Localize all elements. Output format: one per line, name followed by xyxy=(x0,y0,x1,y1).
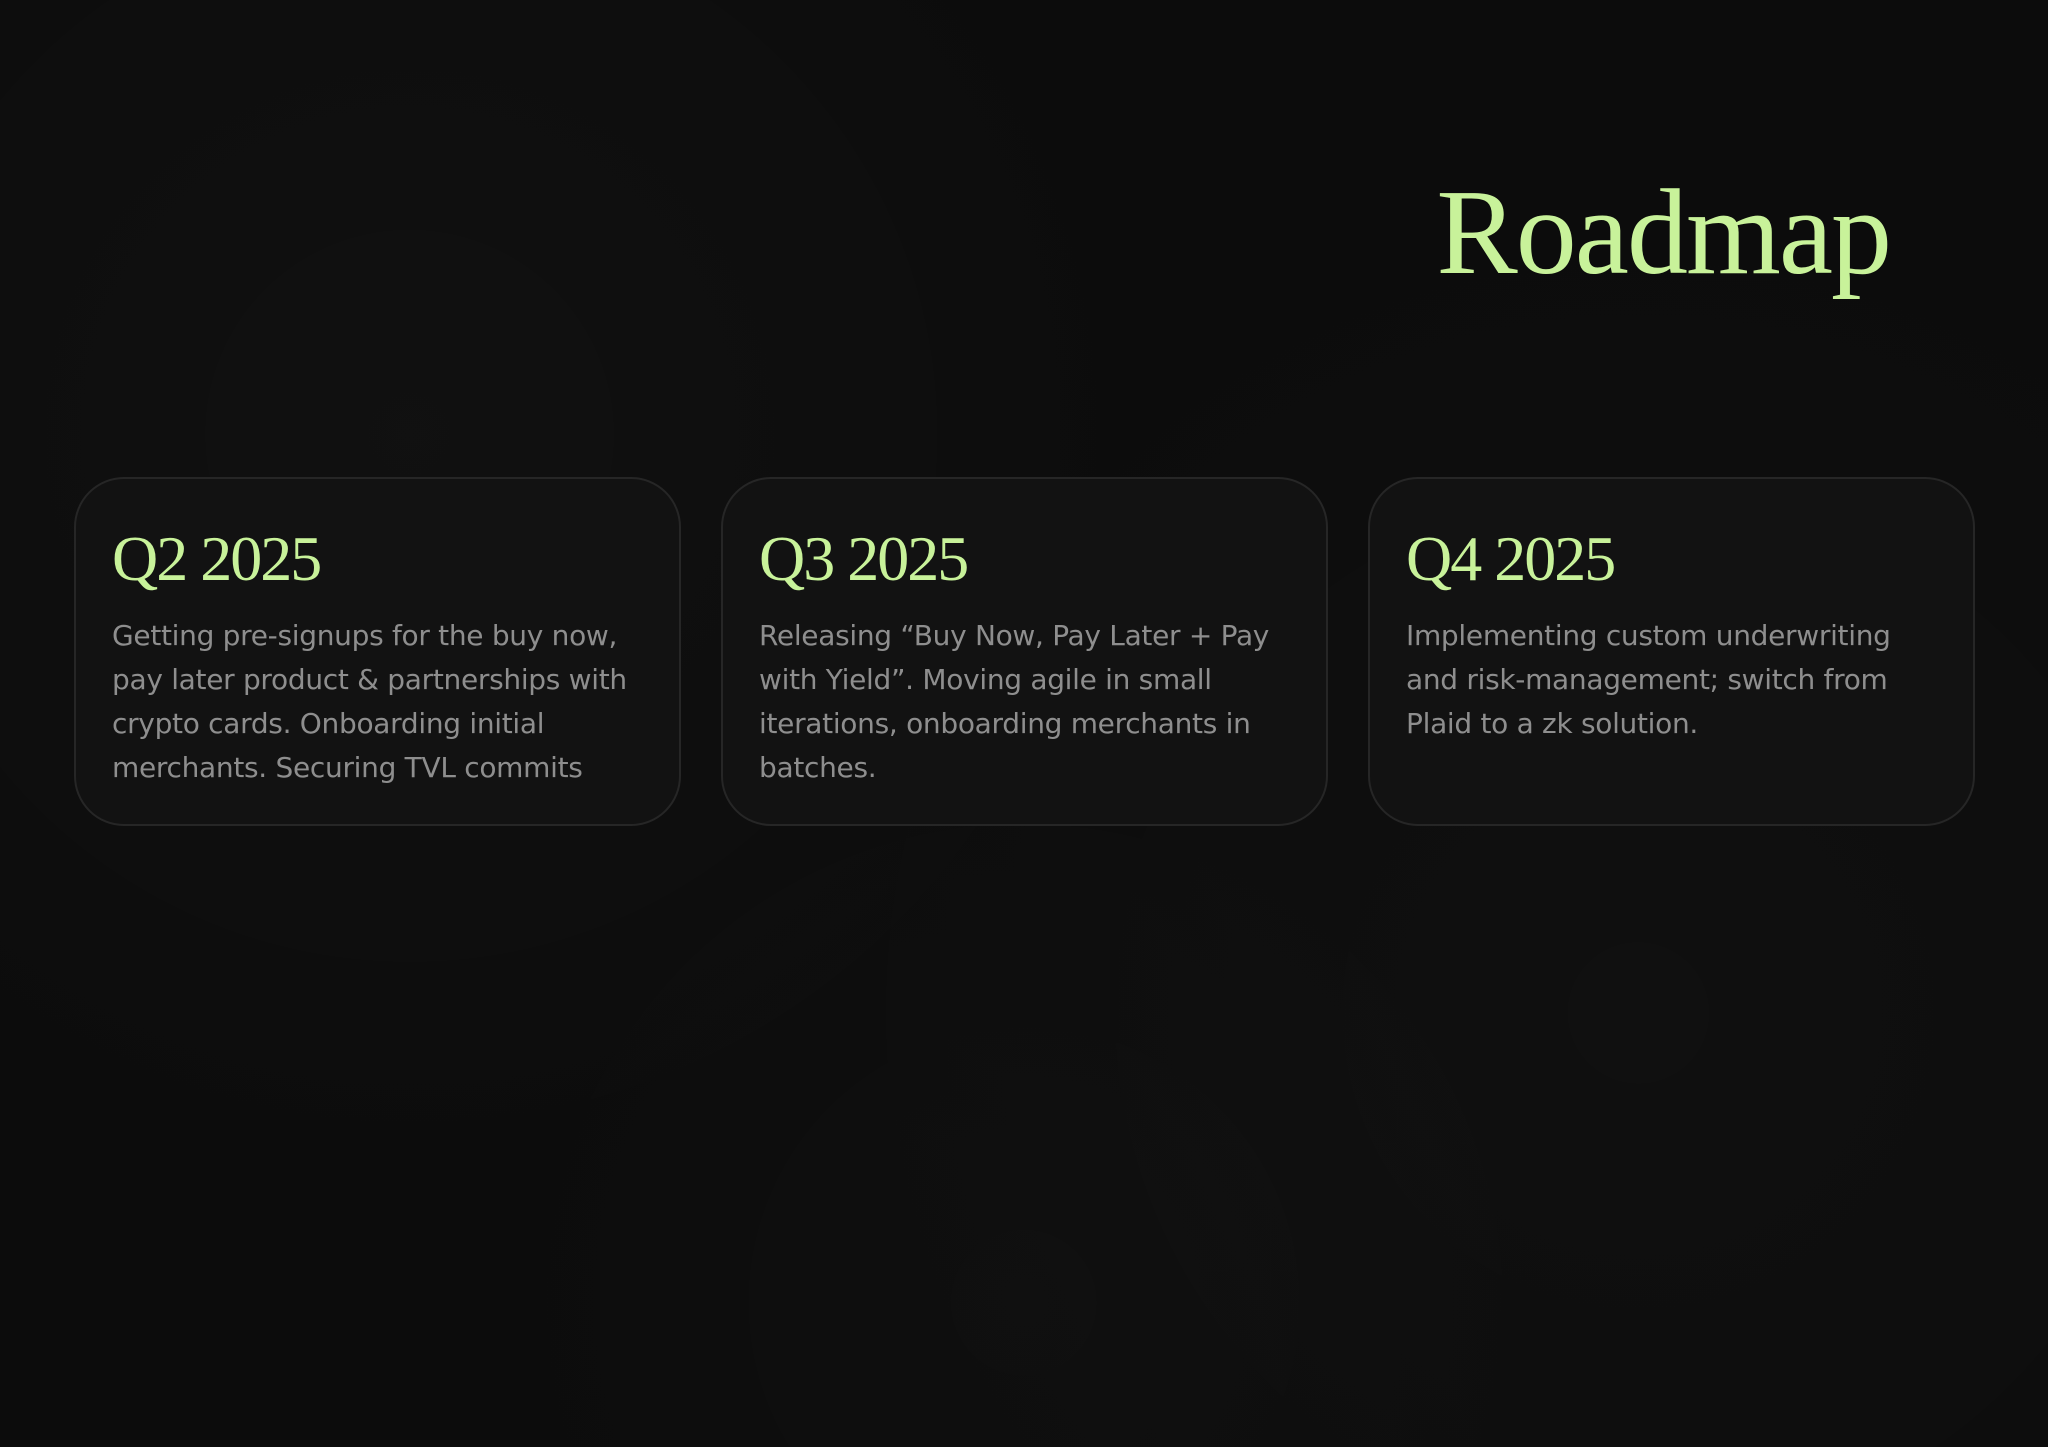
card-title: Q3 2025 xyxy=(759,523,969,594)
card-description: Implementing custom underwriting and ris… xyxy=(1406,619,1891,741)
page-title: Roadmap xyxy=(1436,165,1892,300)
roadmap-card-q3-2025: Q3 2025 Releasing “Buy Now, Pay Later + … xyxy=(721,477,1328,826)
card-description: Releasing “Buy Now, Pay Later + Pay with… xyxy=(759,619,1270,785)
card-title: Q4 2025 xyxy=(1406,523,1616,594)
card-description: Getting pre-signups for the buy now, pay… xyxy=(112,619,627,785)
card-title: Q2 2025 xyxy=(112,523,322,594)
roadmap-card-q4-2025: Q4 2025 Implementing custom underwriting… xyxy=(1368,477,1975,826)
roadmap-card-q2-2025: Q2 2025 Getting pre-signups for the buy … xyxy=(74,477,681,826)
roadmap-cards: Q2 2025 Getting pre-signups for the buy … xyxy=(74,477,1975,826)
